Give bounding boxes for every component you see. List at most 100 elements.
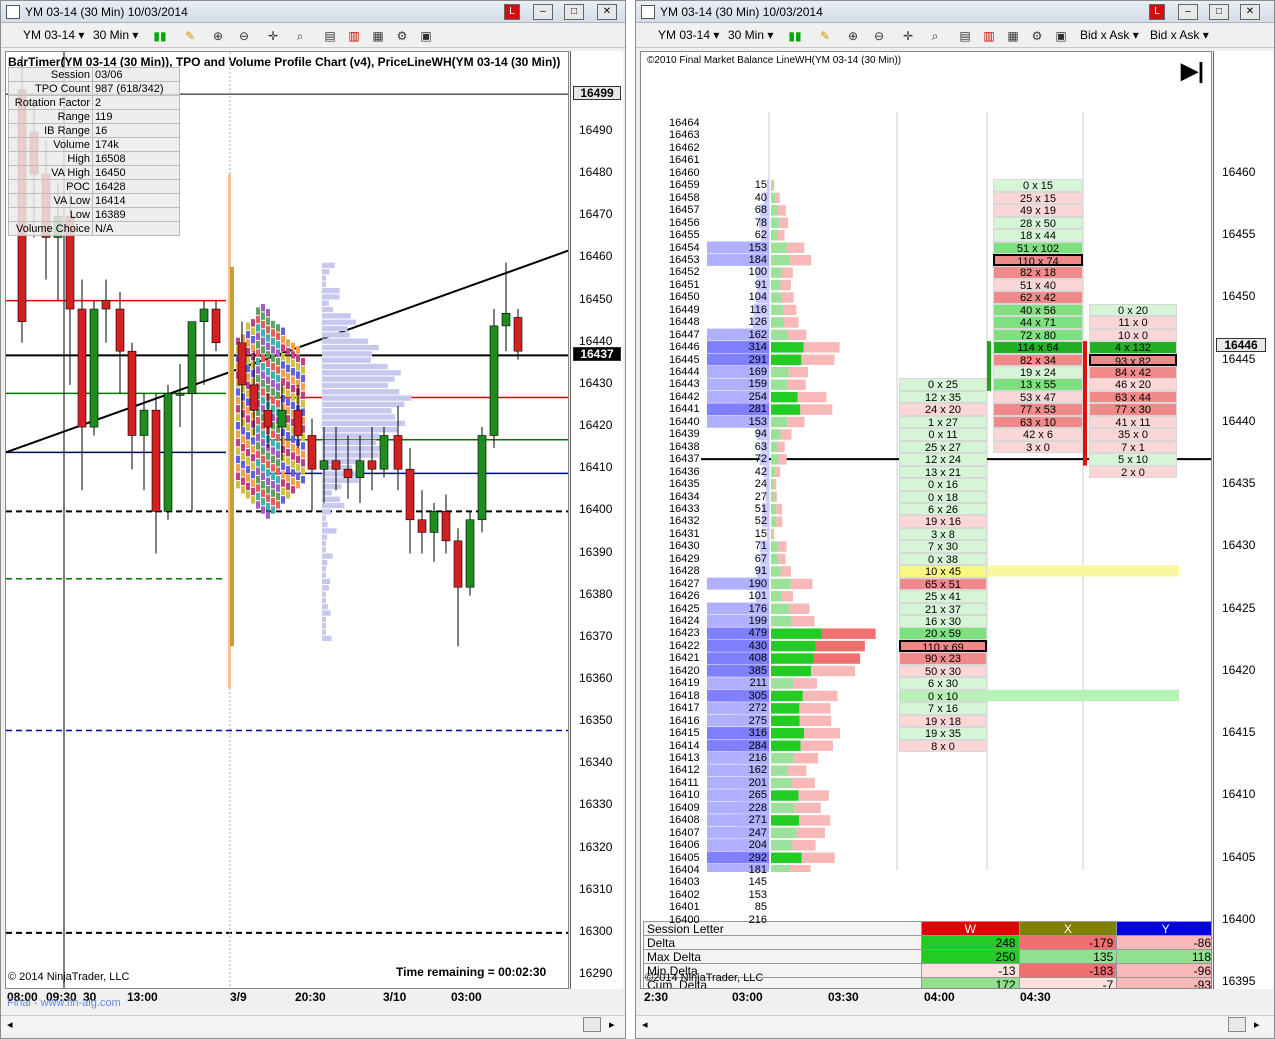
bid-bar: [790, 578, 813, 590]
scroll-left-icon[interactable]: ◂: [642, 1018, 648, 1031]
bar-type-icon[interactable]: ▮▮: [788, 29, 802, 43]
interval-label: 30 Min: [93, 28, 130, 42]
info-row: Session 03/06: [8, 67, 180, 82]
bid-ask-label-1: Bid x Ask: [1080, 28, 1130, 42]
tpo-block: [276, 374, 280, 383]
tpo-block: [236, 447, 240, 455]
ladder-price: 16457: [669, 204, 700, 217]
footprint-panel[interactable]: ©2010 Final Market Balance LineWH(YM 03-…: [640, 51, 1212, 989]
ask-bar: [771, 354, 802, 365]
scroll-left-icon[interactable]: ◂: [7, 1018, 13, 1031]
volume-profile-bar: [322, 433, 380, 439]
zoom-in-icon[interactable]: ⊕: [846, 29, 860, 43]
bid-bar: [779, 217, 789, 229]
scroll-right-icon[interactable]: ▸: [1254, 1018, 1260, 1031]
scroll-thumb[interactable]: [1228, 1017, 1246, 1032]
volume-profile-bar: [322, 629, 326, 635]
ladder-price: 16449: [669, 303, 700, 316]
chart-template-icon[interactable]: ▦: [1006, 29, 1020, 43]
tpo-info-table: Session 03/06 TPO Count 987 (618/342) Rotati…: [8, 67, 180, 236]
tpo-block: [246, 440, 250, 448]
candle-down: [393, 435, 403, 470]
pencil-icon[interactable]: ✎: [183, 29, 197, 43]
interval-selector[interactable]: 30 Min ▾: [93, 28, 138, 42]
volume-profile-bar: [322, 604, 328, 610]
bid-ask-cell: 13 x 21: [899, 465, 987, 478]
instrument-selector[interactable]: YM 03-14 ▾: [658, 28, 719, 42]
tpo-block: [301, 459, 305, 467]
scroll-thumb[interactable]: [583, 1017, 601, 1032]
tpo-block: [246, 423, 250, 432]
zoom-out-icon[interactable]: ⊖: [872, 29, 886, 43]
strategy-icon[interactable]: ▥: [982, 29, 996, 43]
left-window-title: YM 03-14 (30 Min) 10/03/2014: [25, 5, 188, 19]
pencil-icon[interactable]: ✎: [818, 29, 832, 43]
tpo-block: [291, 452, 295, 460]
bid-ask-cell: 65 x 51: [899, 577, 987, 590]
crosshair-icon[interactable]: ✛: [266, 29, 280, 43]
properties-icon[interactable]: ⚙: [1030, 29, 1044, 43]
indicator-icon[interactable]: ▤: [958, 29, 972, 43]
bid-ask-selector-2[interactable]: Bid x Ask ▾: [1150, 28, 1209, 42]
indicator-icon[interactable]: ▤: [323, 29, 337, 43]
bid-ask-cell: 41 x 11: [1089, 415, 1177, 429]
left-horizontal-scrollbar[interactable]: ◂ ▸: [1, 1015, 625, 1033]
interval-selector[interactable]: 30 Min ▾: [728, 28, 773, 42]
ask-bar: [771, 429, 781, 440]
y-tick-label: 16405: [1222, 849, 1256, 864]
bid-bar: [772, 180, 775, 191]
crosshair-icon[interactable]: ✛: [901, 29, 915, 43]
tpo-block: [246, 373, 250, 381]
close-button[interactable]: ✕: [1240, 4, 1260, 20]
search-icon[interactable]: ⌕: [293, 29, 307, 43]
tpo-block: [296, 464, 300, 472]
properties-icon[interactable]: ⚙: [395, 29, 409, 43]
bid-bar: [803, 728, 841, 739]
zoom-in-icon[interactable]: ⊕: [211, 29, 225, 43]
strategy-icon[interactable]: ▥: [347, 29, 361, 43]
search-icon[interactable]: ⌕: [928, 29, 942, 43]
ladder-volume: 408: [748, 652, 767, 665]
data-box-icon[interactable]: ▣: [1054, 29, 1068, 43]
close-button[interactable]: ✕: [597, 4, 617, 20]
bid-ask-cell: 6 x 26: [899, 502, 987, 516]
bar-type-icon[interactable]: ▮▮: [153, 29, 167, 43]
ladder-price: 16447: [669, 328, 700, 341]
zoom-out-icon[interactable]: ⊖: [237, 29, 251, 43]
minimize-button[interactable]: –: [1178, 4, 1198, 20]
link-button[interactable]: L: [1149, 4, 1165, 20]
scroll-right-icon[interactable]: ▸: [609, 1018, 615, 1031]
tpo-block: [296, 447, 300, 455]
candle-down: [263, 409, 273, 428]
tpo-rail-2: [230, 266, 234, 647]
ladder-volume: 101: [748, 590, 767, 603]
maximize-button[interactable]: □: [564, 4, 584, 20]
footer-link[interactable]: Final - www.fin-alg.com: [7, 997, 121, 1009]
minimize-button[interactable]: –: [533, 4, 553, 20]
chart-template-icon[interactable]: ▦: [371, 29, 385, 43]
jump-to-end-icon[interactable]: ▶|: [1181, 58, 1204, 84]
tpo-block: [271, 430, 275, 438]
ask-bar: [771, 678, 794, 689]
bid-ask-selector-1[interactable]: Bid x Ask ▾: [1080, 28, 1139, 42]
y-tick-label: 16440: [579, 333, 613, 348]
tpo-block: [241, 469, 245, 477]
left-toolbar: YM 03-14 ▾ 30 Min ▾ ▮▮ ✎ ⊕ ⊖ ✛ ⌕ ▤ ▥ ▦ ⚙…: [1, 24, 625, 48]
candle-up: [379, 435, 389, 470]
tpo-block: [276, 383, 280, 391]
tpo-block: [241, 452, 245, 460]
tpo-block: [271, 329, 275, 337]
ask-bar: [771, 740, 801, 751]
bid-ask-cell: 90 x 23: [899, 652, 987, 665]
tpo-block: [271, 388, 275, 396]
tpo-block: [276, 459, 280, 467]
maximize-button[interactable]: □: [1209, 4, 1229, 20]
instrument-selector[interactable]: YM 03-14 ▾: [23, 28, 84, 42]
bid-ask-cell: 49 x 19: [993, 204, 1083, 217]
tpo-block: [266, 359, 270, 368]
volume-profile-bar: [322, 414, 396, 420]
right-horizontal-scrollbar[interactable]: ◂ ▸: [636, 1015, 1274, 1033]
link-button[interactable]: L: [504, 4, 520, 20]
ladder-price: 16410: [669, 789, 700, 802]
data-box-icon[interactable]: ▣: [419, 29, 433, 43]
